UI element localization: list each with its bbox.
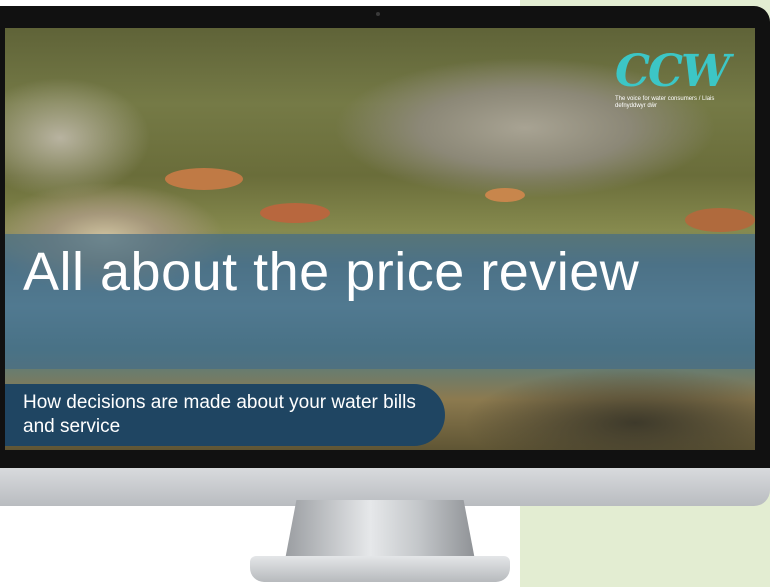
slide-title: All about the price review — [23, 242, 640, 302]
ccw-logo-icon: CCW The voice for water consumers / Llai… — [615, 50, 750, 120]
logo-tagline: The voice for water consumers / Llais de… — [615, 96, 715, 109]
camera-icon — [376, 12, 380, 16]
leaf-decoration — [685, 208, 755, 232]
subtitle-pill: How decisions are made about your water … — [5, 384, 445, 446]
monitor: CCW The voice for water consumers / Llai… — [0, 6, 770, 506]
slide-screen: CCW The voice for water consumers / Llai… — [5, 28, 755, 450]
monitor-stand-base — [250, 556, 510, 582]
leaf-decoration — [165, 168, 243, 190]
leaf-decoration — [485, 188, 525, 202]
logo-text: CCW — [615, 46, 730, 97]
leaf-decoration — [260, 203, 330, 223]
monitor-stand-neck — [285, 500, 475, 560]
slide-subtitle: How decisions are made about your water … — [23, 392, 416, 437]
